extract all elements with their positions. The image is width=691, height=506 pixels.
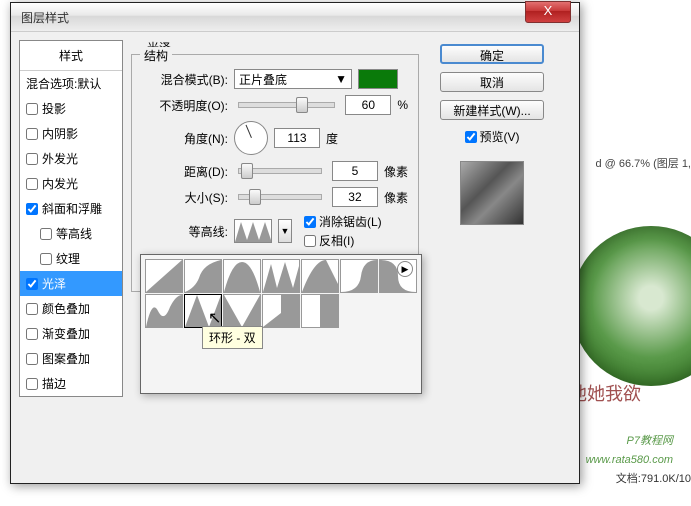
new-style-button[interactable]: 新建样式(W)... bbox=[440, 100, 544, 120]
size-input[interactable] bbox=[332, 187, 378, 207]
style-label: 颜色叠加 bbox=[42, 300, 90, 317]
opacity-unit: % bbox=[397, 98, 408, 112]
invert-checkbox[interactable]: 反相(I) bbox=[304, 232, 390, 249]
style-checkbox-6[interactable] bbox=[40, 253, 52, 265]
style-item-11[interactable]: 描边 bbox=[20, 371, 122, 396]
structure-title: 结构 bbox=[140, 47, 172, 64]
blend-mode-dropdown[interactable]: 正片叠底▼ bbox=[234, 69, 352, 89]
style-label: 描边 bbox=[42, 375, 66, 392]
status-file-size: 文档:791.0K/10 bbox=[616, 470, 691, 486]
contour-preset-8[interactable] bbox=[184, 294, 222, 328]
angle-input[interactable] bbox=[274, 128, 320, 148]
style-item-6[interactable]: 纹理 bbox=[20, 246, 122, 271]
size-slider[interactable] bbox=[238, 194, 322, 200]
style-item-1[interactable]: 内阴影 bbox=[20, 121, 122, 146]
style-item-4[interactable]: 斜面和浮雕 bbox=[20, 196, 122, 221]
blend-options-item[interactable]: 混合选项:默认 bbox=[20, 71, 122, 96]
contour-preset-2[interactable] bbox=[223, 259, 261, 293]
opacity-input[interactable] bbox=[345, 95, 391, 115]
bg-site-name: P7教程网 bbox=[627, 432, 673, 448]
contour-preset-11[interactable] bbox=[301, 294, 339, 328]
contour-preset-5[interactable] bbox=[340, 259, 378, 293]
style-label: 投影 bbox=[42, 100, 66, 117]
popup-menu-button[interactable]: ▶ bbox=[397, 261, 413, 277]
chevron-down-icon: ▼ bbox=[335, 72, 347, 86]
layer-style-dialog: 图层样式 X 样式 混合选项:默认 投影内阴影外发光内发光斜面和浮雕等高线纹理光… bbox=[10, 2, 580, 484]
contour-preset-4[interactable] bbox=[301, 259, 339, 293]
blend-mode-label: 混合模式(B): bbox=[142, 71, 228, 88]
distance-slider[interactable] bbox=[238, 168, 322, 174]
style-checkbox-9[interactable] bbox=[26, 328, 38, 340]
preview-thumbnail bbox=[460, 161, 524, 225]
style-label: 纹理 bbox=[56, 250, 80, 267]
style-checkbox-7[interactable] bbox=[26, 278, 38, 290]
size-unit: 像素 bbox=[384, 189, 408, 206]
angle-unit: 度 bbox=[326, 130, 338, 147]
style-item-3[interactable]: 内发光 bbox=[20, 171, 122, 196]
contour-preview[interactable] bbox=[234, 219, 272, 243]
size-label: 大小(S): bbox=[142, 189, 228, 206]
distance-label: 距离(D): bbox=[142, 163, 228, 180]
opacity-label: 不透明度(O): bbox=[142, 97, 228, 114]
cancel-button[interactable]: 取消 bbox=[440, 72, 544, 92]
style-checkbox-0[interactable] bbox=[26, 103, 38, 115]
distance-input[interactable] bbox=[332, 161, 378, 181]
contour-preset-3[interactable] bbox=[262, 259, 300, 293]
contour-preset-9[interactable] bbox=[223, 294, 261, 328]
style-label: 等高线 bbox=[56, 225, 92, 242]
titlebar[interactable]: 图层样式 X bbox=[11, 3, 579, 32]
contour-preset-1[interactable] bbox=[184, 259, 222, 293]
style-label: 光泽 bbox=[42, 275, 66, 292]
style-checkbox-3[interactable] bbox=[26, 178, 38, 190]
bg-url: www.rata580.com bbox=[586, 454, 673, 466]
opacity-slider[interactable] bbox=[238, 102, 335, 108]
contour-tooltip: 环形 - 双 bbox=[202, 326, 263, 349]
ok-button[interactable]: 确定 bbox=[440, 44, 544, 64]
angle-label: 角度(N): bbox=[142, 130, 228, 147]
bg-jade-circle bbox=[571, 226, 691, 386]
contour-preset-10[interactable] bbox=[262, 294, 300, 328]
style-item-8[interactable]: 颜色叠加 bbox=[20, 296, 122, 321]
style-item-10[interactable]: 图案叠加 bbox=[20, 346, 122, 371]
contour-dropdown-button[interactable]: ▼ bbox=[278, 219, 292, 243]
contour-preset-7[interactable] bbox=[145, 294, 183, 328]
style-checkbox-10[interactable] bbox=[26, 353, 38, 365]
style-checkbox-2[interactable] bbox=[26, 153, 38, 165]
angle-dial[interactable] bbox=[234, 121, 268, 155]
style-item-2[interactable]: 外发光 bbox=[20, 146, 122, 171]
antialias-checkbox[interactable]: 消除锯齿(L) bbox=[304, 213, 390, 230]
preview-checkbox[interactable]: 预览(V) bbox=[465, 128, 520, 145]
contour-label: 等高线: bbox=[142, 223, 228, 240]
style-checkbox-4[interactable] bbox=[26, 203, 38, 215]
contour-picker-popup: ▶ bbox=[140, 254, 422, 394]
bg-doc-title: d @ 66.7% (图层 1, bbox=[595, 155, 691, 171]
styles-header[interactable]: 样式 bbox=[20, 41, 122, 71]
button-panel: 确定 取消 新建样式(W)... 预览(V) bbox=[427, 40, 557, 397]
style-checkbox-11[interactable] bbox=[26, 378, 38, 390]
style-item-7[interactable]: 光泽 bbox=[20, 271, 122, 296]
style-checkbox-8[interactable] bbox=[26, 303, 38, 315]
style-label: 内发光 bbox=[42, 175, 78, 192]
style-label: 图案叠加 bbox=[42, 350, 90, 367]
styles-list: 样式 混合选项:默认 投影内阴影外发光内发光斜面和浮雕等高线纹理光泽颜色叠加渐变… bbox=[19, 40, 123, 397]
color-swatch[interactable] bbox=[358, 69, 398, 89]
style-label: 渐变叠加 bbox=[42, 325, 90, 342]
style-item-5[interactable]: 等高线 bbox=[20, 221, 122, 246]
style-label: 外发光 bbox=[42, 150, 78, 167]
close-button[interactable]: X bbox=[525, 1, 571, 23]
style-checkbox-1[interactable] bbox=[26, 128, 38, 140]
style-label: 斜面和浮雕 bbox=[42, 200, 102, 217]
contour-preset-0[interactable] bbox=[145, 259, 183, 293]
window-title: 图层样式 bbox=[21, 9, 69, 26]
style-checkbox-5[interactable] bbox=[40, 228, 52, 240]
style-item-9[interactable]: 渐变叠加 bbox=[20, 321, 122, 346]
style-item-0[interactable]: 投影 bbox=[20, 96, 122, 121]
style-label: 内阴影 bbox=[42, 125, 78, 142]
distance-unit: 像素 bbox=[384, 163, 408, 180]
